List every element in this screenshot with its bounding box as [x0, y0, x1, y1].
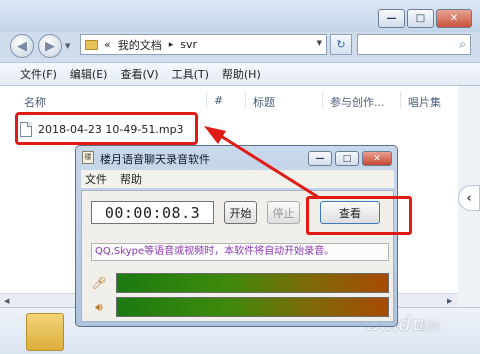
recent-pages-dropdown-icon[interactable]: ▼ [65, 42, 70, 50]
explorer-title-bar: — □ ✕ [0, 0, 480, 32]
dialog-title: 楼月语音聊天录音软件 [100, 153, 210, 166]
menu-bar: 文件(F) 编辑(E) 查看(V) 工具(T) 帮助(H) [0, 62, 480, 86]
forward-button[interactable]: ▶ [38, 34, 62, 58]
file-highlight-box [15, 112, 198, 145]
dialog-menu-file[interactable]: 文件 [85, 171, 107, 187]
breadcrumb-folder-svr[interactable]: svr [180, 38, 197, 51]
auto-record-notice: QQ,Skype等语音或视频时，本软件将自动开始录音。 [91, 243, 389, 261]
dialog-title-bar[interactable]: 楼 楼月语音聊天录音软件 — □ ✕ [76, 146, 397, 169]
column-title[interactable]: 标题 [253, 94, 275, 110]
watermark-subtitle: 经验 [420, 322, 440, 333]
menu-file[interactable]: 文件(F) [20, 66, 57, 82]
collapse-pane-button[interactable]: ‹ [458, 185, 480, 211]
breadcrumb-separator-icon[interactable]: ▸ [169, 40, 174, 50]
search-icon[interactable]: ⌕ [459, 37, 466, 52]
forward-arrow-icon: ▶ [45, 38, 55, 54]
stop-button[interactable]: 停止 [267, 201, 300, 224]
microphone-level-meter [116, 273, 389, 293]
column-name[interactable]: 名称 [24, 94, 46, 110]
app-icon: 楼 [82, 151, 94, 164]
dialog-menu-bar: 文件 帮助 [81, 170, 394, 188]
microphone-icon: 🎤︎ [91, 276, 107, 290]
recorder-dialog: 楼 楼月语音聊天录音软件 — □ ✕ 文件 帮助 00:00:08.3 开始 停… [75, 145, 398, 327]
minimize-button[interactable]: — [378, 9, 405, 28]
menu-help[interactable]: 帮助(H) [222, 66, 261, 82]
folder-thumbnail-icon [26, 313, 64, 351]
address-dropdown-icon[interactable]: ▼ [317, 39, 322, 47]
maximize-button[interactable]: □ [407, 9, 434, 28]
address-bar[interactable]: « 我的文档 ▸ svr ▼ [80, 34, 327, 55]
breadcrumb-folder-documents[interactable]: 我的文档 [118, 37, 162, 53]
speaker-level-meter [116, 297, 389, 317]
menu-view[interactable]: 查看(V) [120, 66, 158, 82]
refresh-button[interactable]: ↻ [330, 34, 352, 55]
column-number[interactable]: # [214, 94, 223, 107]
view-button-highlight-box [306, 196, 412, 235]
dialog-minimize-button[interactable]: — [308, 151, 332, 166]
elapsed-time-display: 00:00:08.3 [91, 201, 214, 224]
refresh-icon: ↻ [336, 38, 346, 51]
back-arrow-icon: ◀ [17, 38, 27, 54]
column-contributing-artists[interactable]: 参与创作... [330, 94, 385, 110]
dialog-menu-help[interactable]: 帮助 [120, 171, 142, 187]
column-header: 名称 # 标题 参与创作... 唱片集 [0, 90, 458, 110]
chevron-left-icon: ‹ [466, 190, 472, 206]
column-album[interactable]: 唱片集 [408, 94, 441, 110]
dialog-maximize-button[interactable]: □ [335, 151, 359, 166]
dialog-close-button[interactable]: ✕ [362, 151, 392, 166]
breadcrumb-prefix[interactable]: « [104, 38, 111, 51]
scroll-right-icon[interactable]: ▶ [447, 297, 452, 305]
scroll-left-icon[interactable]: ◀ [4, 297, 9, 305]
speaker-icon: 🔊︎ [95, 299, 103, 314]
search-input[interactable]: ⌕ [357, 34, 471, 55]
start-button[interactable]: 开始 [224, 201, 257, 224]
menu-edit[interactable]: 编辑(E) [70, 66, 108, 82]
back-button[interactable]: ◀ [10, 34, 34, 58]
folder-icon [85, 39, 98, 50]
close-button[interactable]: ✕ [436, 9, 472, 28]
menu-tools[interactable]: 工具(T) [172, 66, 209, 82]
